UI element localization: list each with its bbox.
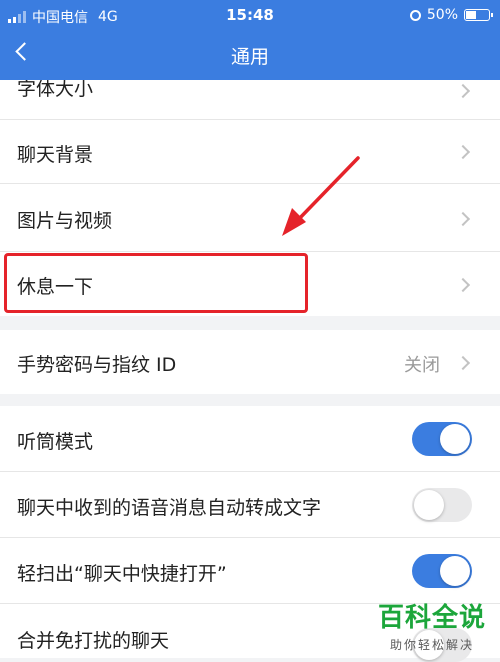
watermark-title: 百科全说 [377,603,486,633]
watermark-subtitle: 助你轻松解决 [389,638,474,652]
pointer-arrow [282,156,360,236]
watermark-logo: 百科全说 助你轻松解决 [378,597,486,653]
